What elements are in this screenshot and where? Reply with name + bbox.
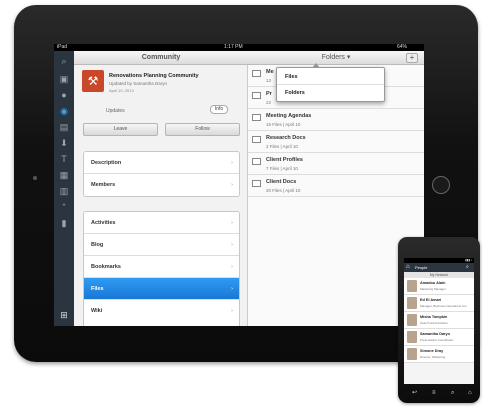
phone-title: People [415,265,428,270]
person-row[interactable]: Misha Tompkin Search Administrator [404,312,474,329]
plus-icon[interactable]: ⊞ [58,309,70,321]
avatar [407,297,417,309]
profile-icon[interactable]: ● [58,89,70,101]
activities-row[interactable]: Activities › [84,212,239,234]
avatar [407,280,417,292]
follow-button[interactable]: Follow [165,123,240,136]
community-logo-icon: ⚒ [82,70,104,92]
wiki-row[interactable]: Wiki › [84,300,239,322]
person-row[interactable]: Simone Dray Director, Marketing [404,346,474,363]
folder-icon [252,114,261,121]
status-bar: iPad 1:17 PM 64% [54,44,424,51]
home-icon[interactable]: ⌂ [406,264,410,270]
tab-info[interactable]: Info [210,105,228,114]
bookmark-icon[interactable]: ▮ [58,217,70,229]
phone-screen: ▮▮▮ ▪ People ⌂ ⌕ My Network Amadou Alain… [404,258,474,384]
files-icon[interactable]: ▤ [58,121,70,133]
folders-dropdown: Files Folders [276,67,385,102]
person-row[interactable]: Ed El Amari Manager, Business Operations … [404,295,474,312]
description-row[interactable]: Description › [84,152,239,174]
carrier-label: iPad [57,44,68,50]
folder-row[interactable]: Client Docs 20 Files | April 10 [248,175,424,197]
quote-icon[interactable]: “ [58,201,70,213]
grid-icon[interactable]: ▥ [58,185,70,197]
avatar [407,348,417,360]
chevron-right-icon: › [231,160,233,166]
add-button[interactable]: + [406,53,418,63]
community-panel: Community ⚒ Renovations Planning Communi… [74,51,248,326]
community-updated-by: Updated by Samantha Daryn [109,81,168,86]
chevron-right-icon: › [231,242,233,248]
folders-header[interactable]: Folders ▾ [248,51,424,65]
avatar [407,314,417,326]
tab-updates[interactable]: Updates [106,108,125,114]
search-icon[interactable]: ⌕ [451,390,454,396]
folder-icon [252,158,261,165]
folder-row[interactable]: Research Docs 2 Files | April 10 [248,131,424,153]
home-icon[interactable]: ▣ [58,73,70,85]
dropdown-item-folders[interactable]: Folders [277,85,384,101]
chevron-right-icon: › [231,264,233,270]
home-icon[interactable]: ⌂ [468,390,472,396]
tablet-screen: iPad 1:17 PM 64% ⌕ ▣ ● ◉ ▤ ⬇ T ▦ ▥ “ ▮ ⊞… [54,44,424,326]
apps-group: Activities › Blog › Bookmarks › Files › Wiki… [83,211,240,326]
community-name: Renovations Planning Community [109,73,199,79]
menu-icon[interactable]: ≡ [432,390,436,396]
clock-label: 1:17 PM [224,44,243,50]
bookmarks-row[interactable]: Bookmarks › [84,256,239,278]
chevron-right-icon: › [231,182,233,188]
members-row[interactable]: Members › [84,174,239,196]
avatar [407,331,417,343]
chevron-down-icon: ▾ [344,54,351,61]
tablet-home-button[interactable] [432,176,450,194]
folder-icon [252,136,261,143]
building-icon[interactable]: ▦ [58,169,70,181]
community-date: April 10, 2013 [109,88,134,93]
dropdown-item-files[interactable]: Files [277,69,384,85]
files-row[interactable]: Files › [84,278,239,300]
text-icon[interactable]: T [58,153,70,165]
search-icon[interactable]: ⌕ [58,55,70,67]
info-group: Description › Members › [83,151,240,197]
tablet-camera [33,176,37,180]
battery-label: 64% [397,44,408,50]
chevron-right-icon: › [231,286,233,292]
communities-icon[interactable]: ◉ [58,105,70,117]
folder-row[interactable]: Meeting Agendas 16 Files | April 10 [248,109,424,131]
phone-title-bar: People [404,263,474,272]
community-header: Community [74,51,248,65]
leave-button[interactable]: Leave [83,123,158,136]
chevron-right-icon: › [231,308,233,314]
folder-icon [252,180,261,187]
nav-rail: ⌕ ▣ ● ◉ ▤ ⬇ T ▦ ▥ “ ▮ ⊞ [54,51,74,326]
person-row[interactable]: Amadou Alain Marketing Manager [404,278,474,295]
search-icon[interactable]: ⌕ [466,264,469,271]
chevron-right-icon: › [231,220,233,226]
person-row[interactable]: Samantha Daryn Presentation Coordinator [404,329,474,346]
blog-row[interactable]: Blog › [84,234,239,256]
folder-icon [252,70,261,77]
back-icon[interactable]: ↩ [412,390,417,396]
folder-icon [252,92,261,99]
folder-row[interactable]: Client Profiles 7 Files | April 10 [248,153,424,175]
download-icon[interactable]: ⬇ [58,137,70,149]
